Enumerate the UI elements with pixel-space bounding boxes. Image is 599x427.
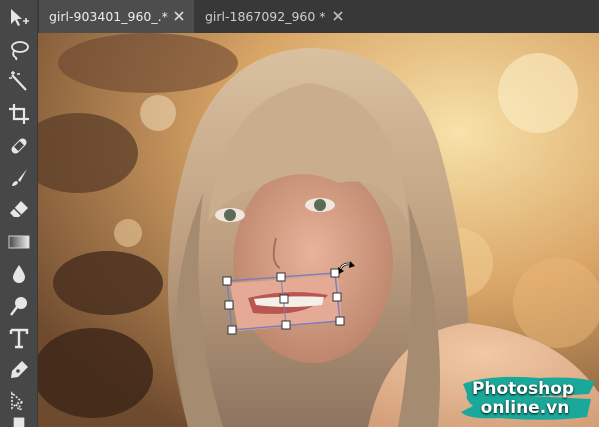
pen-tool[interactable]	[0, 354, 38, 386]
document-tab-2[interactable]: girl-1867092_960 *	[195, 0, 353, 33]
rectangle-icon	[13, 417, 25, 427]
drop-icon	[13, 265, 25, 283]
type-tool[interactable]	[0, 322, 38, 354]
watermark-line2: online.vn	[480, 398, 570, 418]
tab-title: girl-903401_960_.*	[49, 9, 168, 24]
pen-icon	[11, 361, 28, 378]
watermark-line1: Photoshop	[471, 379, 575, 399]
photoshop-online-watermark: Photoshop online.vn	[459, 372, 599, 427]
magic-wand-icon	[9, 71, 27, 91]
image-canvas[interactable]	[38, 33, 599, 427]
close-icon[interactable]	[172, 9, 186, 23]
move-tool[interactable]	[0, 2, 38, 34]
lasso-tool[interactable]	[0, 34, 38, 66]
eraser-tool[interactable]	[0, 194, 38, 226]
magic-wand-tool[interactable]	[0, 66, 38, 98]
type-T-icon	[9, 328, 29, 349]
brush-tool[interactable]	[0, 162, 38, 194]
photo-girl	[38, 33, 599, 427]
dodge-tool[interactable]	[0, 290, 38, 322]
tools-panel	[0, 0, 38, 427]
crop-tool[interactable]	[0, 98, 38, 130]
move-arrow-icon	[11, 9, 29, 26]
crop-icon	[9, 104, 29, 124]
rectangle-tool[interactable]	[0, 414, 38, 427]
direct-select-icon	[11, 391, 26, 412]
healing-tool[interactable]	[0, 130, 38, 162]
tab-title: girl-1867092_960 *	[205, 9, 326, 24]
gradient-icon	[8, 235, 30, 249]
close-icon[interactable]	[331, 9, 345, 23]
gradient-tool[interactable]	[0, 226, 38, 258]
bandage-icon	[11, 138, 27, 154]
lasso-icon	[11, 41, 29, 61]
brush-icon	[12, 169, 27, 186]
eraser-icon	[10, 201, 28, 217]
document-tab-bar: girl-903401_960_.* girl-1867092_960 *	[38, 0, 599, 33]
document-tab-1[interactable]: girl-903401_960_.*	[39, 0, 194, 33]
blur-tool[interactable]	[0, 258, 38, 290]
dodge-icon	[10, 297, 27, 316]
